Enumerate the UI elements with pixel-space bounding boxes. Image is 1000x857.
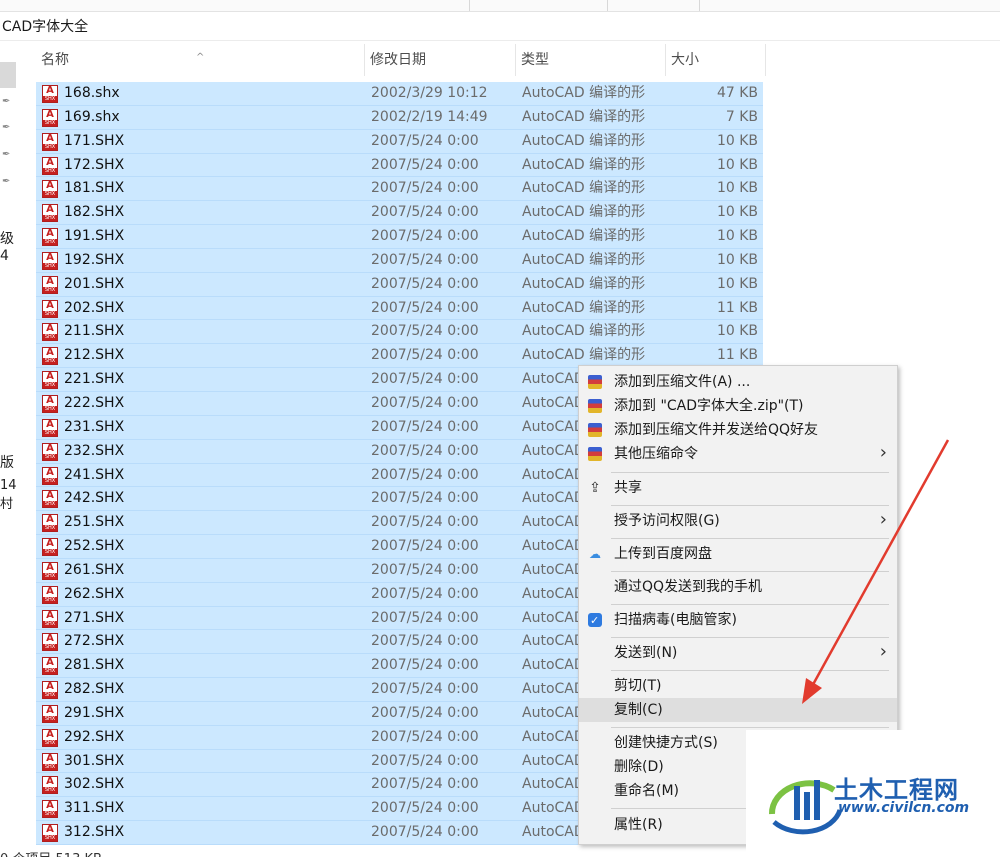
watermark-url: www.civilcn.com xyxy=(838,800,970,816)
watermark-logo: 土木工程网 www.civilcn.com xyxy=(746,730,1000,857)
arrow-shaft xyxy=(808,439,950,691)
annotation-arrow xyxy=(802,439,950,704)
arrow-head xyxy=(802,678,822,704)
